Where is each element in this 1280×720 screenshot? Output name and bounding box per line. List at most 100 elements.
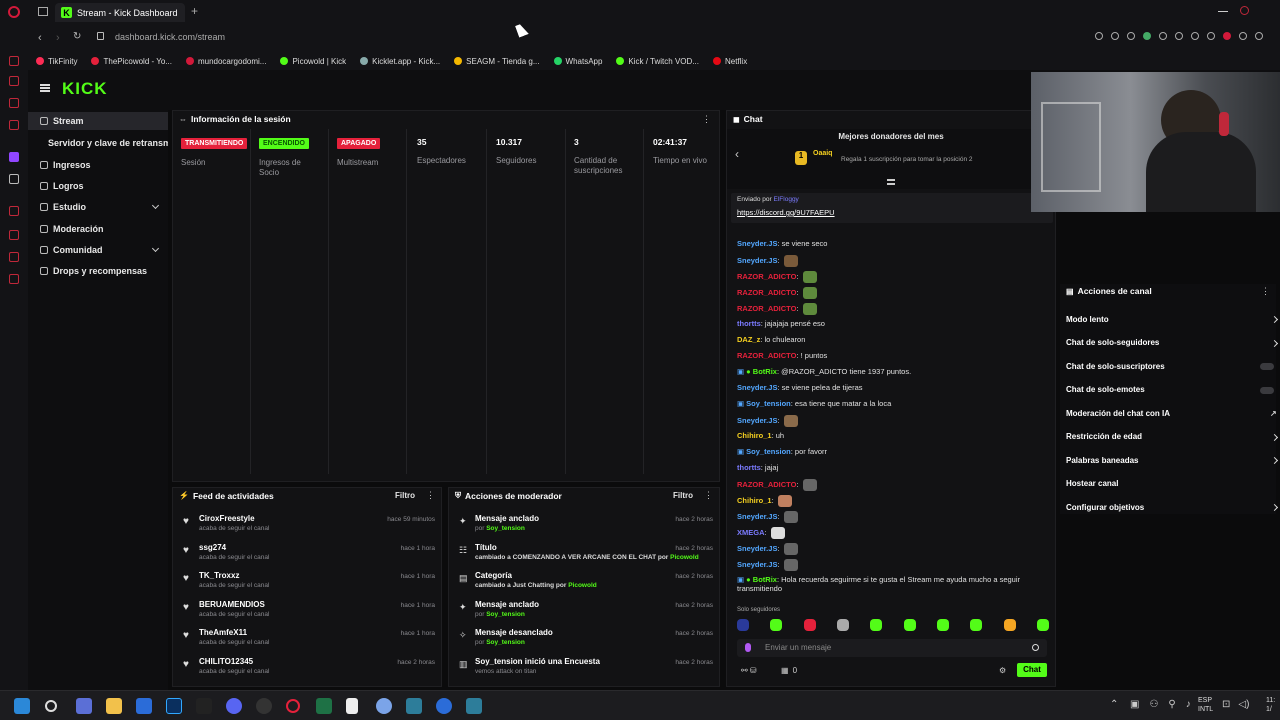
chat-username[interactable]: thortts <box>737 319 761 328</box>
bookmark-item[interactable]: Kick / Twitch VOD... <box>616 57 699 66</box>
forward-icon[interactable]: › <box>56 32 60 44</box>
tray-overflow-icon[interactable]: ⌃ <box>1110 699 1118 710</box>
chat-username[interactable]: Chihiro_1 <box>737 496 772 505</box>
chat-username[interactable]: Sneyder.JS <box>737 544 777 553</box>
chat-username[interactable]: RAZOR_ADICTO <box>737 480 796 489</box>
minimize-icon[interactable] <box>1218 11 1228 12</box>
chat-username[interactable]: thortts <box>737 463 761 472</box>
bookmark-item[interactable]: Kicklet.app - Kick... <box>360 57 440 66</box>
sidebar-app-icon[interactable] <box>9 98 19 108</box>
quick-emote-icon[interactable] <box>1036 619 1049 631</box>
feed-user[interactable]: TheAmfeX11 <box>199 628 247 637</box>
toggle-switch[interactable] <box>1260 386 1274 394</box>
sidebar-app-icon[interactable] <box>9 252 19 262</box>
channel-action-8[interactable]: Hostear canal <box>1066 473 1276 495</box>
opera-taskbar-icon[interactable] <box>286 699 300 713</box>
bookmark-item[interactable]: WhatsApp <box>553 57 602 66</box>
feed-user[interactable]: BERUAMENDIOS <box>199 600 265 609</box>
chat-username[interactable]: Sneyder.JS <box>737 512 777 521</box>
bookmark-item[interactable]: mundocargodomi... <box>185 57 266 66</box>
bookmark-item[interactable]: SEAGM - Tienda g... <box>454 57 540 66</box>
quick-emote-icon[interactable] <box>1003 619 1016 631</box>
quick-emote-icon[interactable] <box>737 619 749 631</box>
nav-item-drops[interactable]: Drops y recompensas <box>28 262 168 280</box>
more-icon[interactable]: ⋮ <box>702 114 711 125</box>
collapse-icon[interactable] <box>887 179 895 185</box>
clock[interactable]: 11: 1/ <box>1266 696 1275 714</box>
x-icon[interactable] <box>9 174 19 184</box>
feed-user[interactable]: ssg274 <box>199 543 226 552</box>
chat-username[interactable]: RAZOR_ADICTO <box>737 288 796 297</box>
mod-action-user[interactable]: Soy_tension <box>486 525 525 532</box>
feed-user[interactable]: TK_Troxxz <box>199 571 239 580</box>
new-tab-icon[interactable]: + <box>191 4 198 18</box>
settings-icon[interactable]: ⚙ <box>999 666 1006 675</box>
nav-item-ingresos[interactable]: Ingresos <box>28 156 168 174</box>
feed-filter-button[interactable]: Filtro <box>395 491 415 500</box>
nav-item-stream[interactable]: Stream <box>28 112 168 130</box>
chat-username[interactable]: Sneyder.JS <box>737 416 777 425</box>
capcut-icon[interactable] <box>196 698 212 714</box>
taskbar-app-icon[interactable] <box>376 698 392 714</box>
channel-action-2[interactable]: Chat de solo-seguidores <box>1066 332 1279 354</box>
bookmark-item[interactable]: TikFinity <box>36 57 77 66</box>
obs-icon[interactable] <box>256 698 272 714</box>
sidebar-app-icon[interactable] <box>9 230 19 240</box>
quick-emote-icon[interactable] <box>970 619 983 631</box>
nav-item-servidor[interactable]: Servidor y clave de retransmisión <box>28 134 168 152</box>
taskbar-search-icon[interactable] <box>45 700 57 712</box>
search-icon[interactable] <box>1240 6 1249 15</box>
sidebar-app-icon[interactable] <box>9 56 19 66</box>
quick-emote-icon[interactable] <box>836 619 849 631</box>
sidebar-app-icon[interactable] <box>9 76 19 86</box>
channel-action-3[interactable]: Chat de solo-suscriptores <box>1066 355 1276 377</box>
menu-icon[interactable] <box>40 84 50 92</box>
mod-action-user[interactable]: Picowold <box>568 582 597 589</box>
nav-item-moderación[interactable]: Moderación <box>28 220 168 238</box>
language-indicator[interactable]: ESP INTL <box>1198 696 1213 714</box>
chat-username[interactable]: BotRix <box>753 575 777 584</box>
bookmark-item[interactable]: Picowold | Kick <box>280 57 346 66</box>
chat-username[interactable]: XMEGA <box>737 528 765 537</box>
chat-username[interactable]: Chihiro_1 <box>737 431 772 440</box>
mic-icon[interactable] <box>745 643 751 652</box>
nav-item-estudio[interactable]: Estudio <box>28 198 168 216</box>
photoshop-icon[interactable] <box>166 698 182 714</box>
chat-username[interactable]: RAZOR_ADICTO <box>737 304 796 313</box>
sidebar-app-icon[interactable] <box>9 206 19 216</box>
channel-action-5[interactable]: Moderación del chat con IA ↗ <box>1066 402 1277 424</box>
quick-emote-icon[interactable] <box>803 619 816 631</box>
pinned-link[interactable]: https://discord.gg/9U7FAEPU <box>737 208 835 217</box>
file-explorer-icon[interactable] <box>106 698 122 714</box>
more-icon[interactable]: ⋮ <box>426 490 435 501</box>
windows-start-icon[interactable] <box>14 698 30 714</box>
taskbar-app-icon[interactable] <box>436 698 452 714</box>
feed-user[interactable]: CHILITO12345 <box>199 657 253 666</box>
taskbar-app-icon[interactable] <box>406 698 422 714</box>
emoji-icon[interactable] <box>1032 644 1039 651</box>
taskbar-app-icon[interactable] <box>136 698 152 714</box>
channel-action-7[interactable]: Palabras baneadas <box>1066 449 1279 471</box>
chat-input[interactable]: Enviar un mensaje <box>737 639 1047 657</box>
kick-logo[interactable]: KICK <box>62 79 108 99</box>
chat-username[interactable]: RAZOR_ADICTO <box>737 351 796 360</box>
taskbar-app-icon[interactable] <box>466 698 482 714</box>
excel-icon[interactable] <box>316 698 332 714</box>
twitch-icon[interactable] <box>9 152 19 162</box>
chat-username[interactable]: RAZOR_ADICTO <box>737 272 796 281</box>
mod-action-user[interactable]: Soy_tension <box>486 611 525 618</box>
chat-username[interactable]: Soy_tension <box>746 447 791 456</box>
toggle-switch[interactable] <box>1260 363 1274 370</box>
sidebar-app-icon[interactable] <box>9 274 19 284</box>
donors-back-icon[interactable]: ‹ <box>735 147 739 161</box>
quick-emote-icon[interactable] <box>936 619 949 631</box>
discord-icon[interactable] <box>226 698 242 714</box>
back-icon[interactable]: ‹ <box>38 32 42 44</box>
channel-action-1[interactable]: Modo lento <box>1066 308 1279 330</box>
bookmark-item[interactable]: ThePicowold - Yo... <box>91 57 172 66</box>
bookmark-item[interactable]: Netflix <box>712 57 747 66</box>
send-chat-button[interactable]: Chat <box>1017 663 1047 677</box>
chat-username[interactable]: Sneyder.JS <box>737 560 777 569</box>
browser-tab[interactable]: K Stream - Kick Dashboard <box>55 3 185 22</box>
feed-user[interactable]: CiroxFreestyle <box>199 514 255 523</box>
